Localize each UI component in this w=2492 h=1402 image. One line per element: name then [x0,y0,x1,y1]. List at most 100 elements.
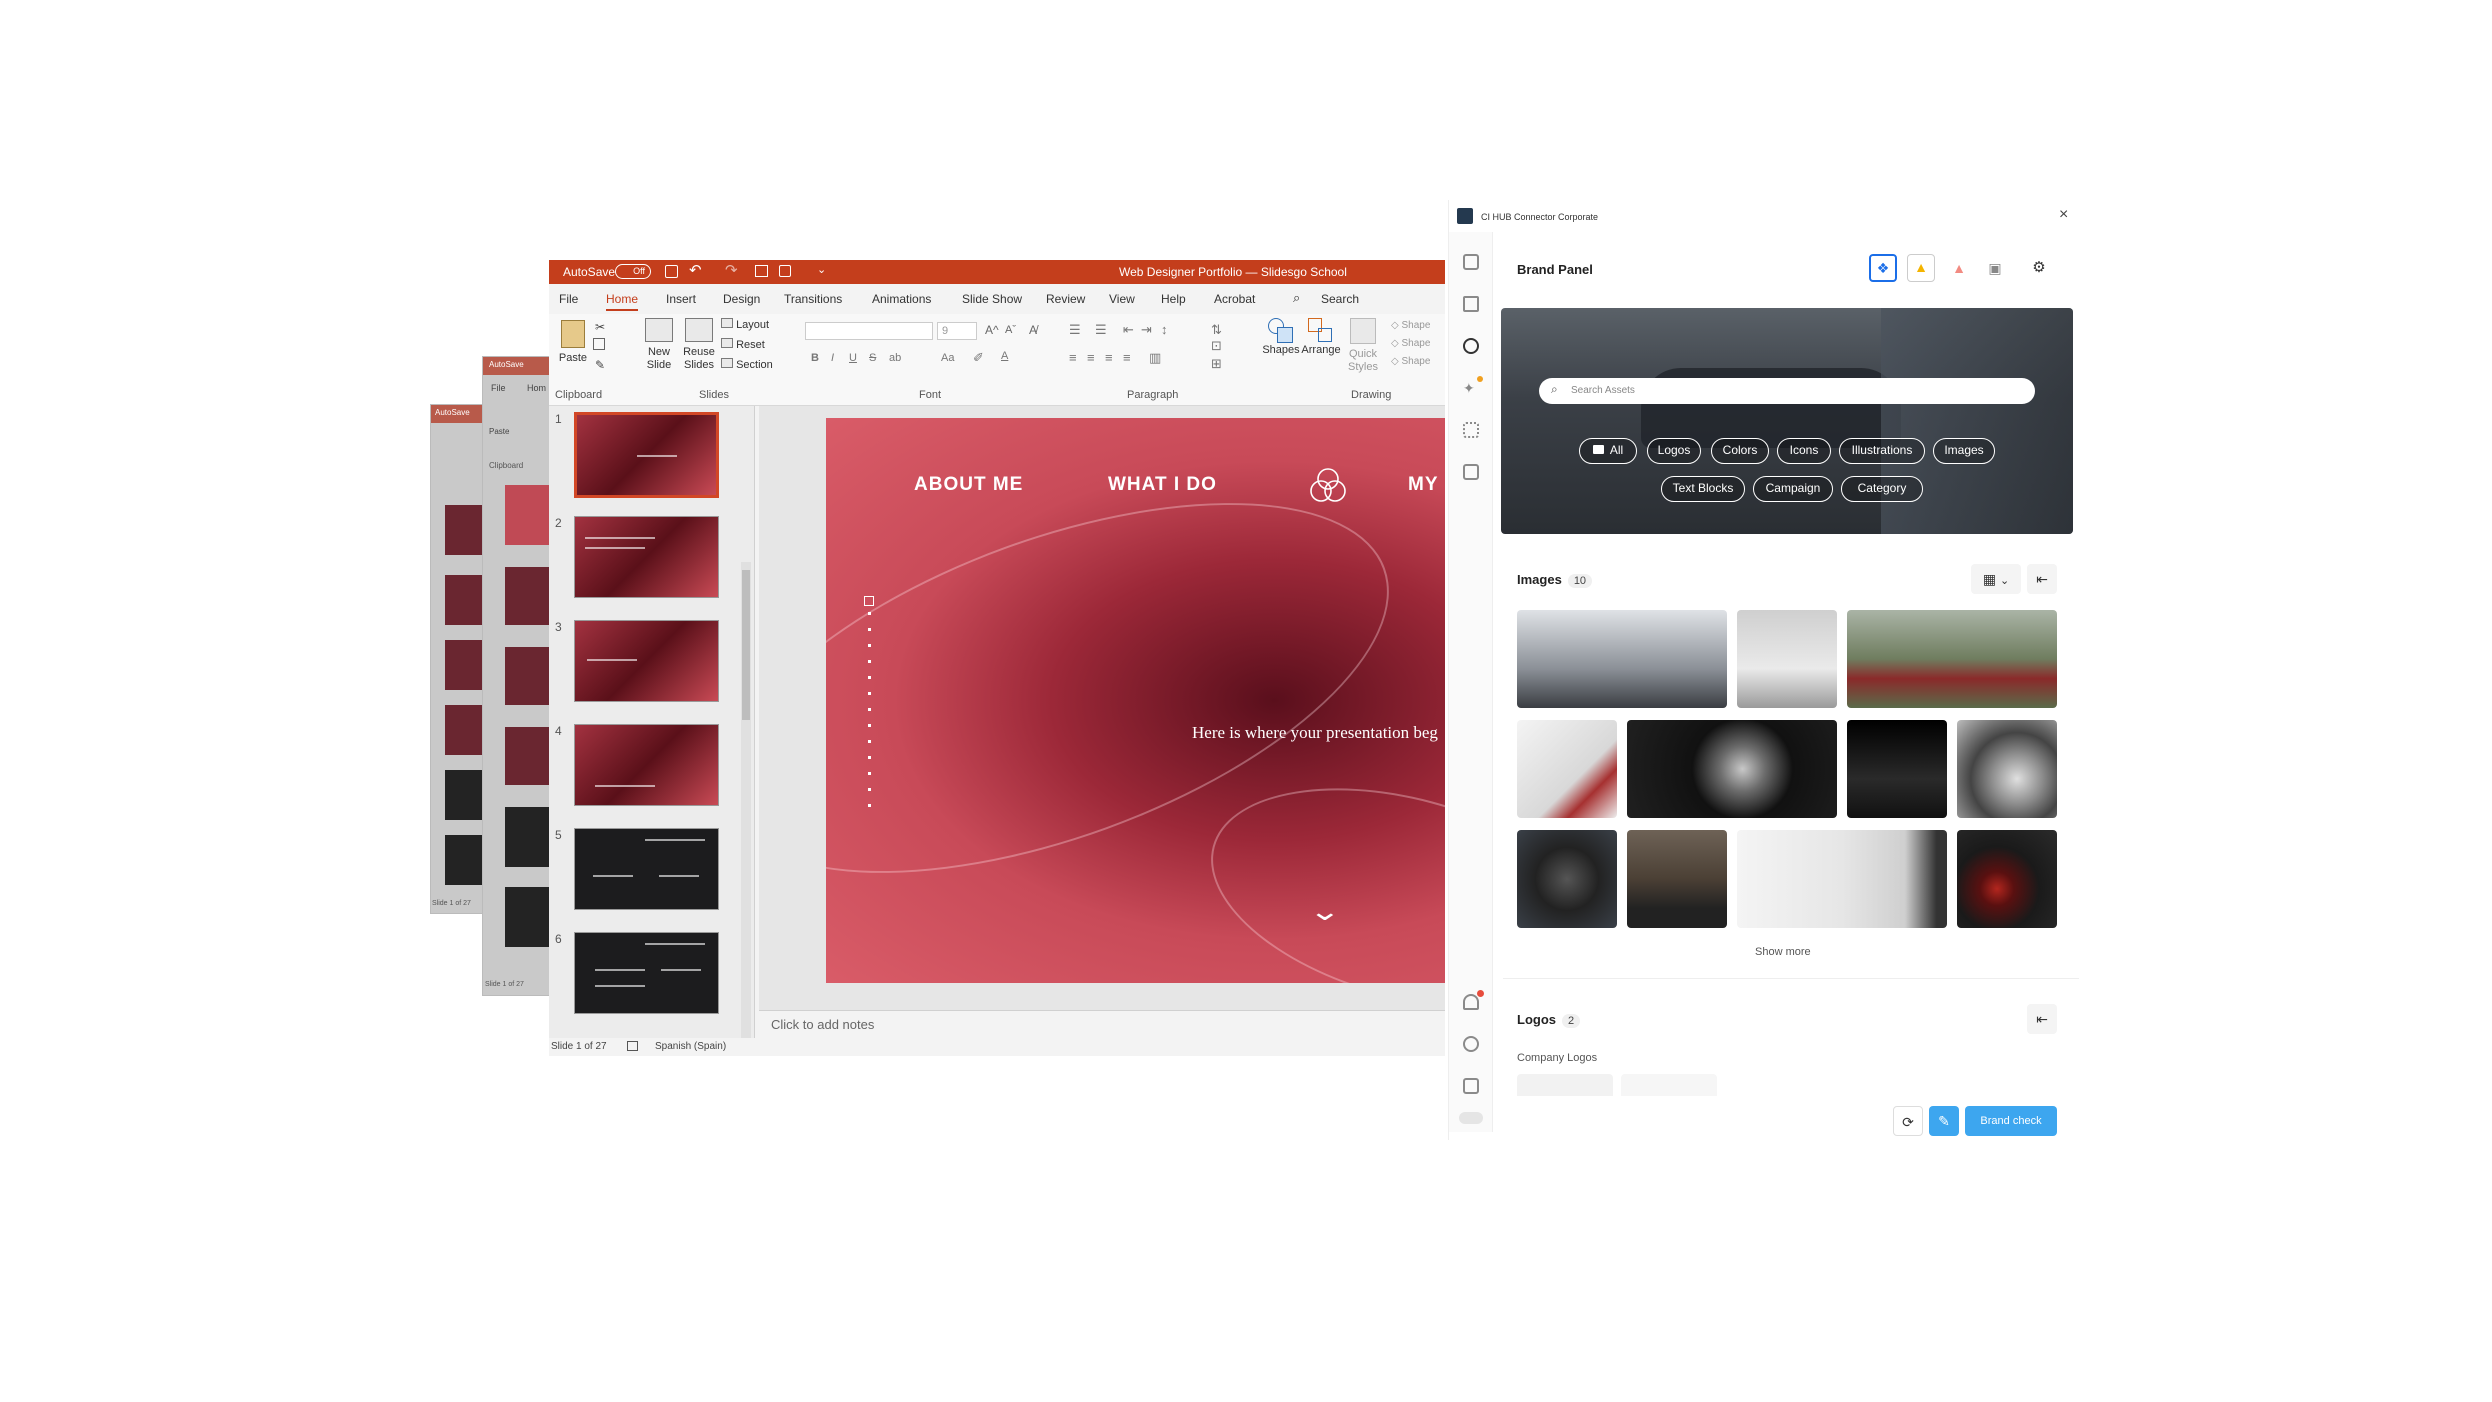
tab-help[interactable]: Help [1161,292,1186,306]
image-thumbnail[interactable] [1847,720,1947,818]
image-icon[interactable] [1463,1078,1479,1094]
layout-button[interactable]: Layout [721,318,769,332]
paste-button[interactable]: Paste [555,320,591,365]
copy-icon[interactable] [593,338,605,350]
customize-qat-icon[interactable]: ⌄ [817,263,826,276]
logo-thumbnail[interactable] [1621,1074,1717,1096]
shapes-button[interactable]: Shapes [1261,318,1301,357]
image-thumbnail[interactable] [1737,610,1837,708]
font-color-icon[interactable]: A [1001,350,1008,362]
new-slide-button[interactable]: New Slide [639,318,679,372]
image-thumbnail[interactable] [1627,830,1727,928]
shrink-font-icon[interactable]: Aˇ [1005,324,1016,336]
brand-check-button[interactable]: Brand check [1965,1106,2057,1136]
tab-animations[interactable]: Animations [872,292,931,306]
tab-acrobat[interactable]: Acrobat [1214,292,1255,306]
shape-fill-button[interactable]: ◇ Shape [1391,320,1430,331]
undo-icon[interactable]: ↶ [689,261,702,279]
collapse-logos-button[interactable]: ⇤ [2027,1004,2057,1034]
tab-home[interactable]: Home [606,292,639,311]
change-case-icon[interactable]: Aa [941,352,954,364]
upload-icon[interactable]: ▣ [1983,256,2007,280]
image-thumbnail[interactable] [1517,610,1727,708]
filter-icons[interactable]: Icons [1777,438,1831,464]
bell-icon[interactable] [1463,994,1479,1010]
image-thumbnail[interactable] [1517,830,1617,928]
arrange-button[interactable]: Arrange [1301,318,1341,357]
brand-icon[interactable] [1463,338,1479,354]
format-painter-icon[interactable]: ✎ [595,358,605,372]
slide-thumbnail-4[interactable] [574,724,719,806]
char-spacing-icon[interactable]: ab [889,352,901,364]
cut-icon[interactable]: ✂ [595,320,605,334]
slide-thumbnail-5[interactable] [574,828,719,910]
image-thumbnail[interactable] [1957,830,2057,928]
apps-icon[interactable] [1463,422,1479,438]
link-icon[interactable] [1463,1036,1479,1052]
highlight-icon[interactable]: ✐ [973,350,984,366]
clear-format-icon[interactable]: A̸ [1029,323,1037,337]
storage-icon[interactable] [1463,254,1479,270]
section-button[interactable]: Section [721,358,773,372]
filter-all[interactable]: All [1579,438,1637,464]
filter-logos[interactable]: Logos [1647,438,1701,464]
increase-indent-icon[interactable]: ⇥ [1141,322,1152,338]
line-spacing-icon[interactable]: ↕ [1161,322,1168,337]
collapse-images-button[interactable]: ⇤ [2027,564,2057,594]
filter-colors[interactable]: Colors [1711,438,1769,464]
reset-button[interactable]: Reset [721,338,765,352]
filter-images[interactable]: Images [1933,438,1995,464]
autosave-toggle[interactable]: Off [615,264,651,279]
tab-view[interactable]: View [1109,292,1135,306]
columns-icon[interactable]: ▥ [1149,350,1161,366]
slide-thumbnail-6[interactable] [574,932,719,1014]
tab-design[interactable]: Design [723,292,760,306]
logo-thumbnail[interactable] [1517,1074,1613,1096]
close-icon[interactable]: × [2059,206,2068,224]
translate-icon[interactable] [1463,464,1479,480]
toggle-switch[interactable] [1459,1112,1483,1124]
slide-1[interactable]: ABOUT ME WHAT I DO MY I Here is where yo… [826,418,1445,983]
justify-icon[interactable]: ≡ [1123,350,1131,365]
image-thumbnail[interactable] [1517,720,1617,818]
smartart-icon[interactable]: ⊞ [1211,356,1222,372]
bullets-icon[interactable]: ☰ [1069,322,1081,338]
magic-icon[interactable]: ✦ [1463,380,1479,396]
tab-review[interactable]: Review [1046,292,1085,306]
reuse-slides-button[interactable]: Reuse Slides [679,318,719,372]
search-icon[interactable]: ⌕ [1293,290,1300,306]
font-size-dropdown[interactable]: 9 [937,322,977,340]
touch-mode-icon[interactable] [779,265,791,277]
slide-thumbnail-2[interactable] [574,516,719,598]
redo-icon[interactable]: ↷ [725,261,738,279]
italic-icon[interactable]: I [831,352,834,364]
save-icon[interactable] [665,265,678,278]
language-status[interactable]: Spanish (Spain) [655,1041,726,1052]
filter-category[interactable]: Category [1841,476,1923,502]
notes-pane[interactable]: Click to add notes [759,1010,1445,1038]
view-toggle-button[interactable]: ▦ ⌄ [1971,564,2021,594]
align-right-icon[interactable]: ≡ [1105,350,1113,365]
filter-text-blocks[interactable]: Text Blocks [1661,476,1745,502]
text-direction-icon[interactable]: ⇅ [1211,322,1222,338]
slide-thumbnail-3[interactable] [574,620,719,702]
align-text-icon[interactable]: ⊡ [1211,338,1222,354]
decrease-indent-icon[interactable]: ⇤ [1123,322,1134,338]
bold-icon[interactable]: B [811,352,819,364]
shape-effects-button[interactable]: ◇ Shape [1391,356,1430,367]
slide-thumbnail-1[interactable] [574,412,719,498]
image-thumbnail[interactable] [1847,610,2057,708]
quick-styles-button[interactable]: Quick Styles [1343,318,1383,374]
image-thumbnail[interactable] [1737,830,1947,928]
google-drive-icon[interactable]: ▲ [1907,254,1935,282]
dropbox-icon[interactable]: ❖ [1869,254,1897,282]
underline-icon[interactable]: U [849,352,857,364]
tab-insert[interactable]: Insert [666,292,696,306]
filter-campaign[interactable]: Campaign [1753,476,1833,502]
settings-icon[interactable]: ⚙ [2025,254,2053,282]
tab-file[interactable]: File [559,292,578,306]
brand-check-icon-button[interactable]: ✎ [1929,1106,1959,1136]
tab-transitions[interactable]: Transitions [784,292,842,306]
image-thumbnail[interactable] [1957,720,2057,818]
tab-slide-show[interactable]: Slide Show [962,292,1022,306]
